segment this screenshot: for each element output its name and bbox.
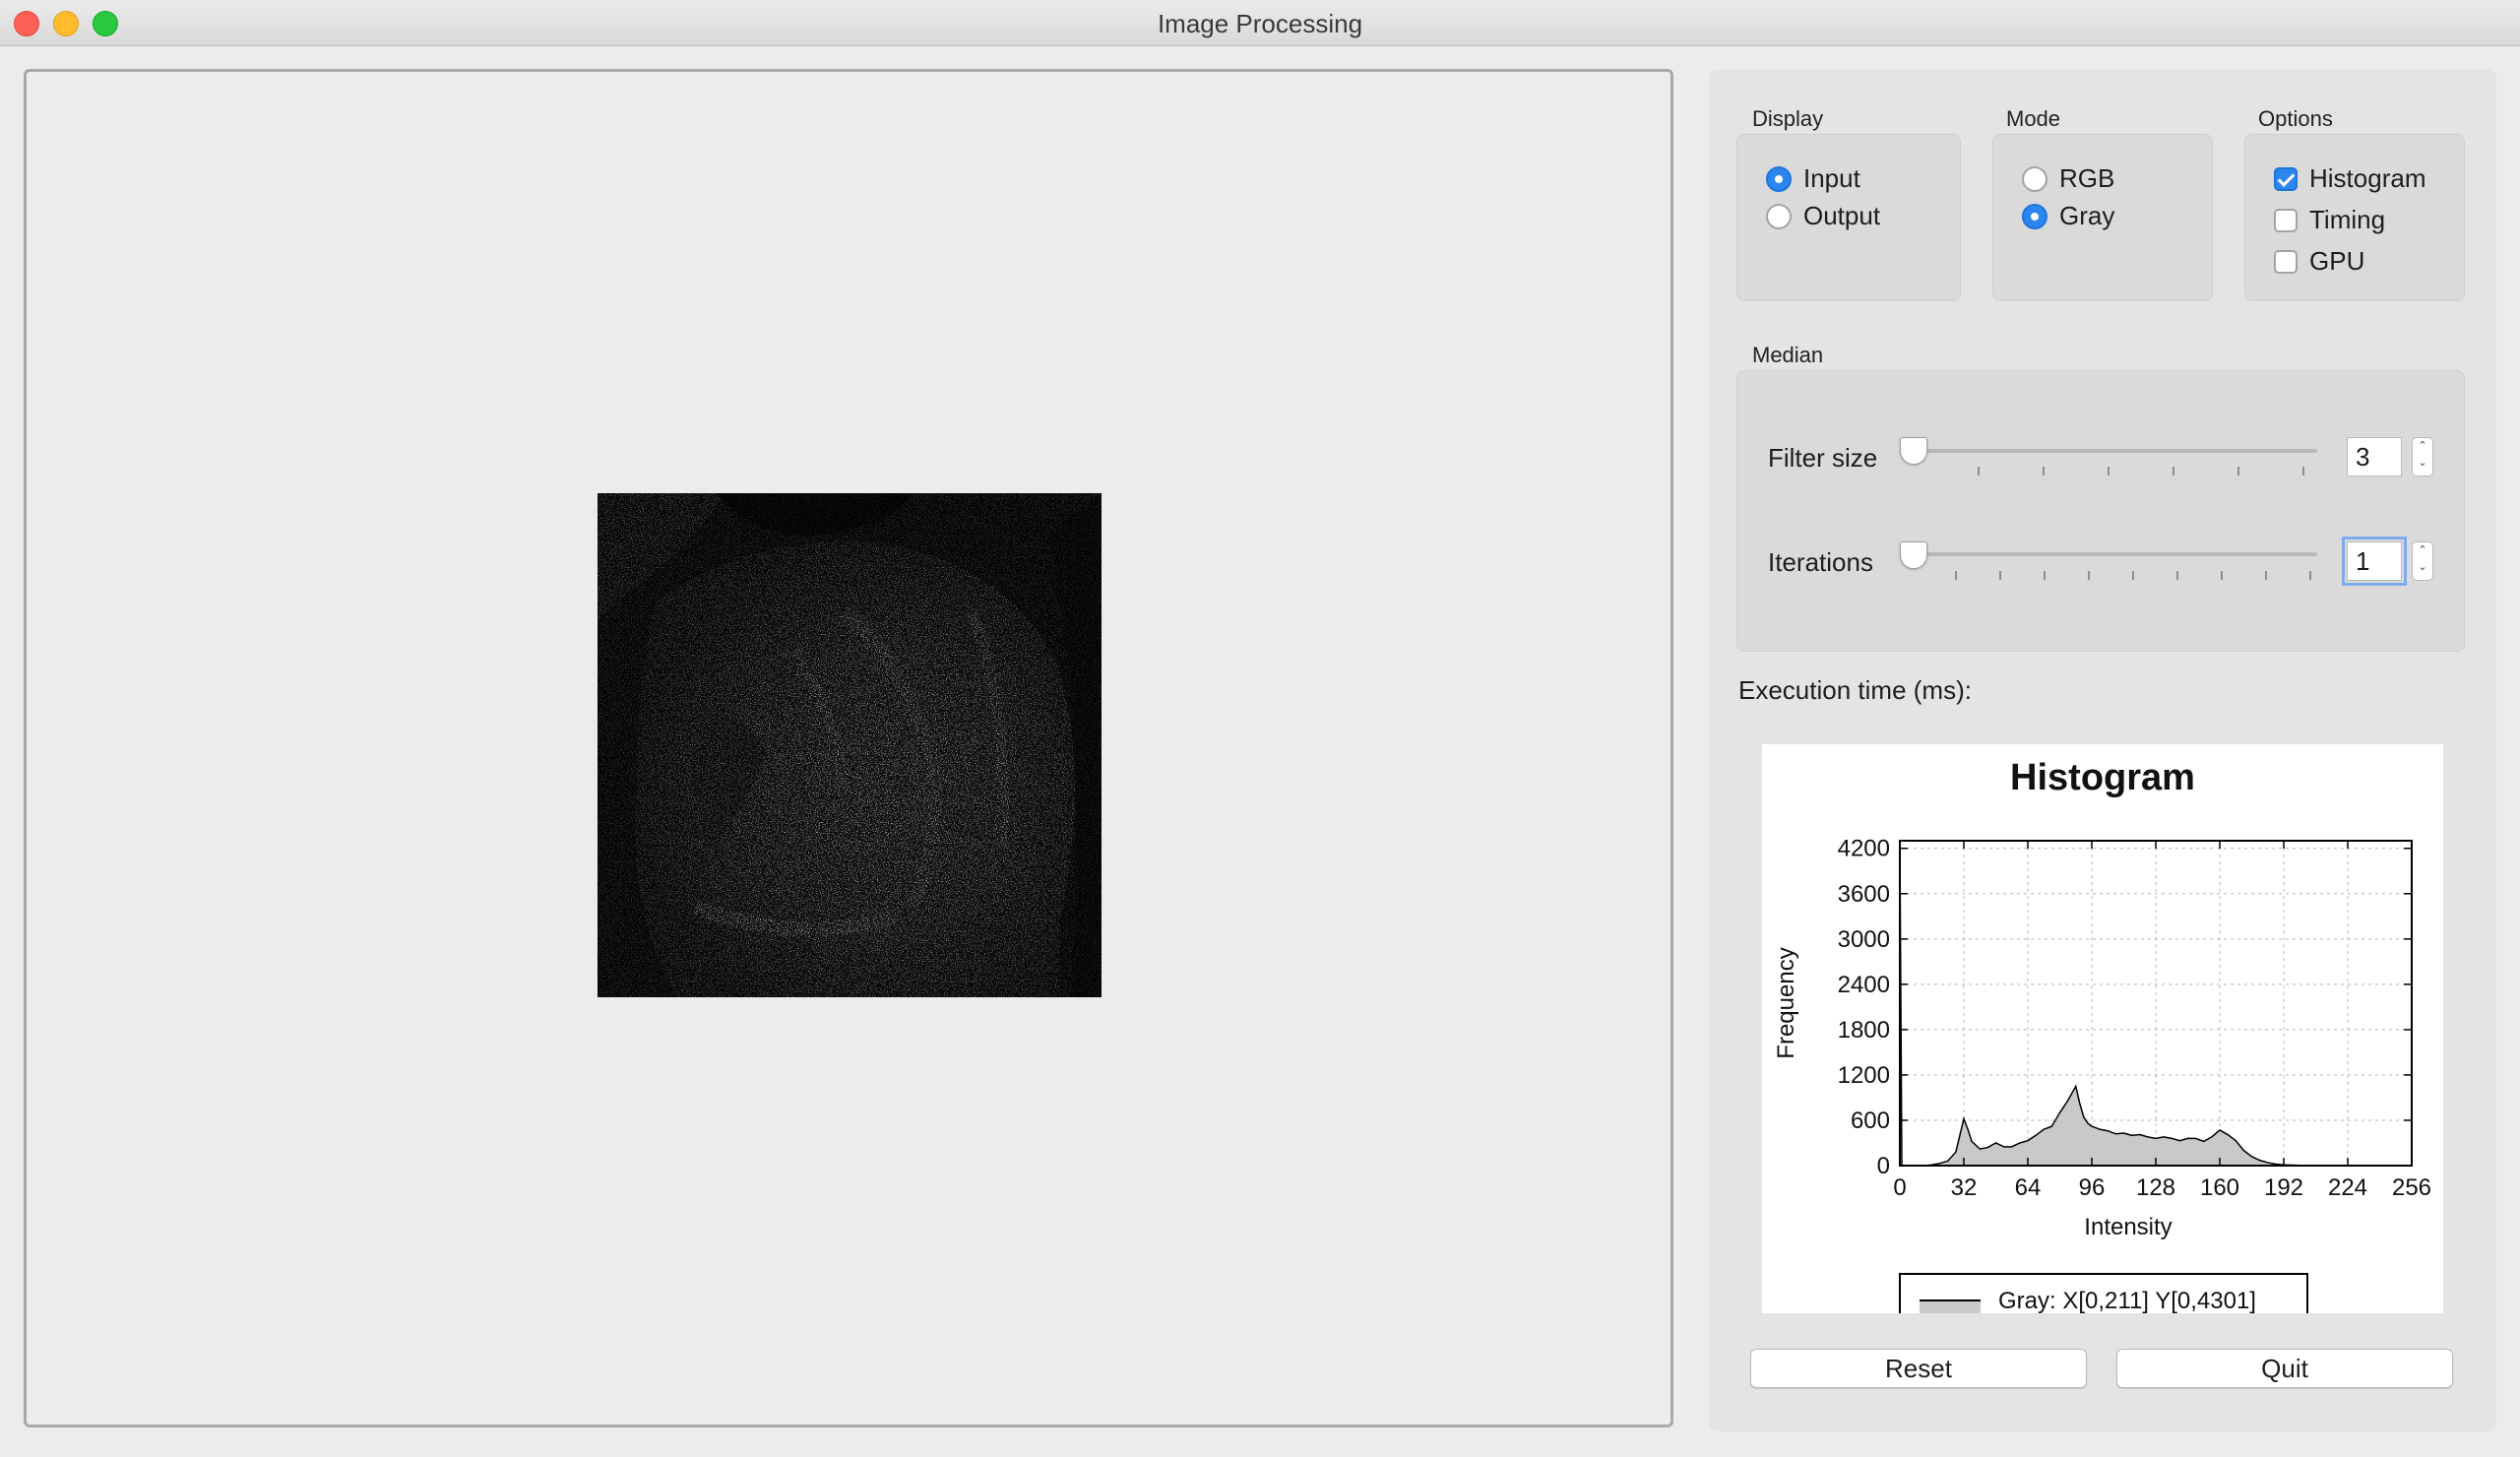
filter-size-stepper-arrows-icon[interactable]: ⌃ ⌄ <box>2412 437 2433 476</box>
options-group-title: Options <box>2258 106 2333 131</box>
title-bar: Image Processing <box>0 0 2520 46</box>
radio-label: Gray <box>2059 201 2115 230</box>
x-tick-label: 128 <box>2136 1174 2175 1201</box>
slider-tick <box>2132 571 2134 580</box>
mode-group-title: Mode <box>2006 106 2061 131</box>
iterations-slider-handle[interactable] <box>1900 541 1927 569</box>
slider-tick <box>1955 571 1957 580</box>
x-tick-label: 256 <box>2392 1174 2431 1201</box>
filter-size-spinbox[interactable]: 3 <box>2347 437 2402 476</box>
chart-title: Histogram <box>2010 757 2195 798</box>
slider-tick <box>2173 467 2174 475</box>
timing-checkbox[interactable]: Timing <box>2274 205 2385 235</box>
slider-tick <box>2176 571 2178 580</box>
input-image <box>598 493 1102 997</box>
median-group-title: Median <box>1752 343 1824 367</box>
x-tick-label: 224 <box>2328 1174 2367 1201</box>
histogram-line <box>1899 840 2322 1167</box>
x-tick-label: 64 <box>2015 1174 2042 1201</box>
x-tick-label: 0 <box>1893 1174 1906 1201</box>
gpu-checkbox[interactable]: GPU <box>2274 246 2364 277</box>
checkbox-unchecked-icon <box>2274 208 2298 232</box>
checkbox-label: Histogram <box>2309 163 2426 193</box>
y-tick-label: 3000 <box>1838 926 1890 953</box>
execution-time-label: Execution time (ms): <box>1738 675 1972 705</box>
x-tick-label: 32 <box>1951 1174 1978 1201</box>
x-axis-label: Intensity <box>2084 1214 2172 1240</box>
iterations-slider-track[interactable] <box>1900 552 2317 556</box>
x-tick-label: 192 <box>2264 1174 2303 1201</box>
window-title: Image Processing <box>1157 9 1363 38</box>
checkbox-checked-icon <box>2274 166 2298 191</box>
slider-tick <box>2309 571 2311 580</box>
slider-tick <box>2265 571 2267 580</box>
display-input-radio[interactable]: Input <box>1766 163 1860 194</box>
checkbox-unchecked-icon <box>2274 249 2298 274</box>
histogram-svg: Histogram 0 32 64 96 128 160 192 224 256 0 600 1200… <box>1773 757 2431 1313</box>
y-tick-label: 3600 <box>1838 881 1890 908</box>
slider-tick <box>2108 467 2110 475</box>
image-view <box>24 69 1673 1427</box>
radio-selected-icon <box>2022 203 2048 229</box>
app-window: Image Processing Display Input Output Mo… <box>0 0 2520 1457</box>
slider-tick <box>2044 571 2046 580</box>
mode-gray-radio[interactable]: Gray <box>2022 201 2114 231</box>
median-group <box>1736 370 2465 652</box>
iterations-stepper-arrows-icon[interactable]: ⌃ ⌄ <box>2412 541 2433 581</box>
checkbox-label: GPU <box>2309 246 2365 276</box>
y-tick-label: 1200 <box>1838 1062 1890 1089</box>
radio-selected-icon <box>1766 165 1792 192</box>
quit-button[interactable]: Quit <box>2116 1349 2453 1388</box>
radio-label: Output <box>1803 201 1881 230</box>
iterations-label: Iterations <box>1768 547 1873 577</box>
iterations-spinbox[interactable]: 1 <box>2342 537 2407 586</box>
histogram-chart: Histogram 0 32 64 96 128 160 192 224 256 0 600 1200… <box>1762 744 2443 1313</box>
display-output-radio[interactable]: Output <box>1766 201 1880 231</box>
display-group-title: Display <box>1752 106 1824 131</box>
radio-label: RGB <box>2059 163 2115 193</box>
legend-fill-swatch <box>1920 1301 1981 1313</box>
radio-unselected-icon <box>2022 165 2048 192</box>
x-tick-label: 96 <box>2079 1174 2106 1201</box>
slider-tick <box>2043 467 2045 475</box>
slider-tick <box>1978 467 1980 475</box>
slider-tick <box>1999 571 2001 580</box>
chart-plot-area <box>1899 840 2322 1167</box>
radio-label: Input <box>1803 163 1860 193</box>
slider-tick <box>2088 571 2090 580</box>
reset-button[interactable]: Reset <box>1750 1349 2087 1388</box>
histogram-checkbox[interactable]: Histogram <box>2274 163 2426 194</box>
slider-tick <box>2302 467 2304 475</box>
y-tick-label: 2400 <box>1838 972 1890 998</box>
filter-size-slider-track[interactable] <box>1900 449 2317 453</box>
y-tick-label: 1800 <box>1838 1017 1890 1044</box>
histogram-area <box>1900 841 2322 1166</box>
y-tick-label: 4200 <box>1838 836 1890 862</box>
y-tick-label: 0 <box>1877 1153 1890 1179</box>
checkbox-label: Timing <box>2309 205 2386 234</box>
slider-tick <box>2237 467 2239 475</box>
slider-tick <box>2221 571 2223 580</box>
radio-unselected-icon <box>1766 203 1792 229</box>
mode-rgb-radio[interactable]: RGB <box>2022 163 2114 194</box>
legend-entry: Gray: X[0,211] Y[0,4301] <box>1998 1288 2256 1313</box>
x-tick-label: 160 <box>2200 1174 2239 1201</box>
filter-size-label: Filter size <box>1768 443 1878 473</box>
filter-size-slider-handle[interactable] <box>1900 437 1927 465</box>
chart-grid <box>1899 841 2413 1167</box>
y-tick-label: 600 <box>1851 1108 1890 1134</box>
y-axis-label: Frequency <box>1773 947 1799 1058</box>
